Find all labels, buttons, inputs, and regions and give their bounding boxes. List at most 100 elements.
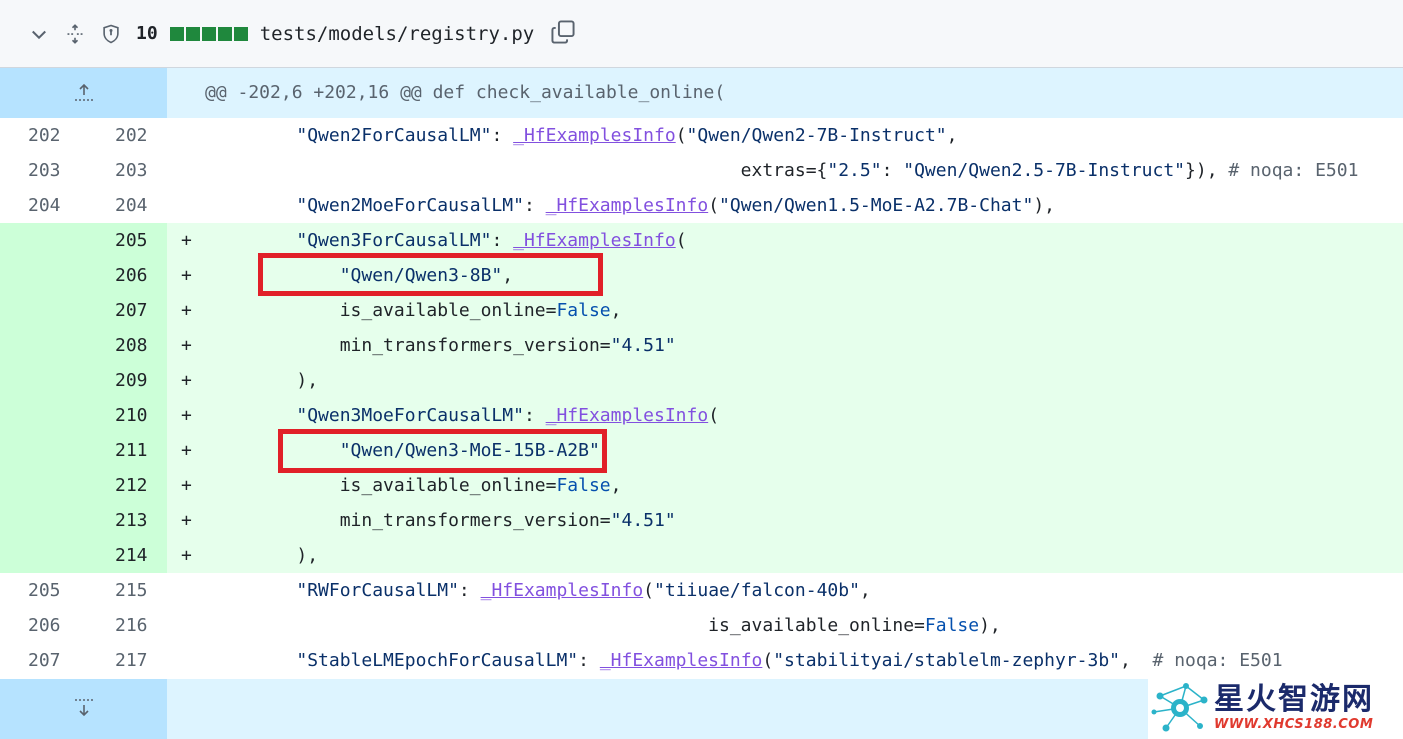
code-token: min_transformers_version= <box>339 510 611 531</box>
new-line-number[interactable]: 216 <box>83 608 167 643</box>
code-line: is_available_online=False, <box>195 468 1403 503</box>
diffstat-block <box>233 26 248 41</box>
diffstat-block <box>185 26 200 41</box>
diff-line: 202 202 "Qwen2ForCausalLM": _HfExamplesI… <box>0 118 1403 153</box>
code-token: is_available_online= <box>339 475 557 496</box>
old-line-number[interactable] <box>0 468 83 503</box>
new-line-number[interactable]: 217 <box>83 643 167 678</box>
old-line-number[interactable] <box>0 223 83 258</box>
new-line-number[interactable]: 204 <box>83 188 167 223</box>
expand-up-button[interactable] <box>0 68 167 118</box>
old-line-number[interactable] <box>0 398 83 433</box>
diff-line: 207 217 "StableLMEpochForCausalLM": _HfE… <box>0 643 1403 678</box>
diff-line-added: 205 + "Qwen3ForCausalLM": _HfExamplesInf… <box>0 223 1403 258</box>
diffstat <box>169 26 248 41</box>
highlight-box-qwen3-8b <box>258 253 603 296</box>
old-line-number[interactable] <box>0 258 83 293</box>
code-token: ( <box>708 195 720 216</box>
old-line-number[interactable] <box>0 503 83 538</box>
old-line-number[interactable] <box>0 328 83 363</box>
code-keyword: False <box>924 615 980 636</box>
code-token: ( <box>643 580 655 601</box>
old-line-number[interactable]: 205 <box>0 573 83 608</box>
old-line-number[interactable]: 207 <box>0 643 83 678</box>
diff-line: 205 215 "RWForCausalLM": _HfExamplesInfo… <box>0 573 1403 608</box>
code-token: is_available_online= <box>708 615 925 636</box>
code-token: ( <box>708 405 720 426</box>
code-token: "Qwen3MoeForCausalLM" <box>296 405 524 426</box>
chevron-down-icon[interactable] <box>28 23 50 45</box>
expand-up-icon <box>74 83 93 101</box>
code-line: is_available_online=False), <box>195 608 1403 643</box>
code-symbol-link[interactable]: _HfExamplesInfo <box>546 195 709 216</box>
old-line-number[interactable]: 206 <box>0 608 83 643</box>
diffstat-block <box>169 26 184 41</box>
old-line-number[interactable] <box>0 293 83 328</box>
code-token: }), <box>1185 160 1229 181</box>
code-token: "Qwen2MoeForCausalLM" <box>296 195 524 216</box>
code-token: "stabilityai/stablelm-zephyr-3b" <box>773 650 1120 671</box>
old-line-number[interactable] <box>0 433 83 468</box>
shield-lock-icon[interactable] <box>100 23 122 45</box>
code-token: "4.51" <box>610 335 676 356</box>
new-line-number[interactable]: 212 <box>83 468 167 503</box>
new-line-number[interactable]: 207 <box>83 293 167 328</box>
new-line-number[interactable]: 206 <box>83 258 167 293</box>
code-symbol-link[interactable]: _HfExamplesInfo <box>513 125 676 146</box>
code-token: : <box>523 405 546 426</box>
unfold-icon[interactable] <box>64 23 86 45</box>
diff-marker: + <box>181 230 192 251</box>
code-token: "StableLMEpochForCausalLM" <box>296 650 579 671</box>
expand-down-icon <box>74 699 93 717</box>
code-token: ), <box>296 545 319 566</box>
diff-marker: + <box>181 265 192 286</box>
diff-line-added: 210 + "Qwen3MoeForCausalLM": _HfExamples… <box>0 398 1403 433</box>
code-token: ), <box>296 370 319 391</box>
code-token: ( <box>675 230 687 251</box>
code-token: : <box>523 195 546 216</box>
changes-count: 10 <box>136 23 158 44</box>
new-line-number[interactable]: 208 <box>83 328 167 363</box>
diff-line-added: 211 + "Qwen/Qwen3-MoE-15B-A2B", <box>0 433 1403 468</box>
new-line-number[interactable]: 210 <box>83 398 167 433</box>
old-line-number[interactable]: 202 <box>0 118 83 153</box>
code-symbol-link[interactable]: _HfExamplesInfo <box>513 230 676 251</box>
file-name-link[interactable]: tests/models/registry.py <box>260 23 535 45</box>
code-keyword: False <box>556 300 611 321</box>
code-symbol-link[interactable]: _HfExamplesInfo <box>546 405 709 426</box>
code-line: is_available_online=False, <box>195 293 1403 328</box>
file-header: 10 tests/models/registry.py <box>0 0 1403 68</box>
code-line: "Qwen2ForCausalLM": _HfExamplesInfo("Qwe… <box>195 118 1403 153</box>
code-line: ), <box>195 538 1403 573</box>
new-line-number[interactable]: 202 <box>83 118 167 153</box>
diff-marker: + <box>181 370 192 391</box>
old-line-number[interactable] <box>0 363 83 398</box>
code-token: "Qwen/Qwen1.5-MoE-A2.7B-Chat" <box>719 195 1034 216</box>
code-line: ), <box>195 363 1403 398</box>
new-line-number[interactable]: 213 <box>83 503 167 538</box>
new-line-number[interactable]: 209 <box>83 363 167 398</box>
old-line-number[interactable]: 204 <box>0 188 83 223</box>
code-token: , <box>859 580 871 601</box>
highlight-box-qwen3-moe <box>278 429 607 473</box>
new-line-number[interactable]: 205 <box>83 223 167 258</box>
diff-marker: + <box>181 405 192 426</box>
copy-icon[interactable] <box>550 19 576 49</box>
new-line-number[interactable]: 215 <box>83 573 167 608</box>
code-symbol-link[interactable]: _HfExamplesInfo <box>481 580 644 601</box>
code-token: : <box>491 230 514 251</box>
code-token: "Qwen/Qwen2-7B-Instruct" <box>686 125 947 146</box>
diff-marker: + <box>181 545 192 566</box>
new-line-number[interactable]: 203 <box>83 153 167 188</box>
new-line-number[interactable]: 214 <box>83 538 167 573</box>
watermark-logo-icon <box>1151 682 1208 731</box>
code-symbol-link[interactable]: _HfExamplesInfo <box>600 650 763 671</box>
new-line-number[interactable]: 211 <box>83 433 167 468</box>
old-line-number[interactable]: 203 <box>0 153 83 188</box>
diff-line: 204 204 "Qwen2MoeForCausalLM": _HfExampl… <box>0 188 1403 223</box>
diff-marker: + <box>181 335 192 356</box>
code-token: "Qwen3ForCausalLM" <box>296 230 492 251</box>
old-line-number[interactable] <box>0 538 83 573</box>
expand-down-button[interactable] <box>0 679 167 739</box>
watermark-title: 星火智游网 <box>1214 681 1374 717</box>
